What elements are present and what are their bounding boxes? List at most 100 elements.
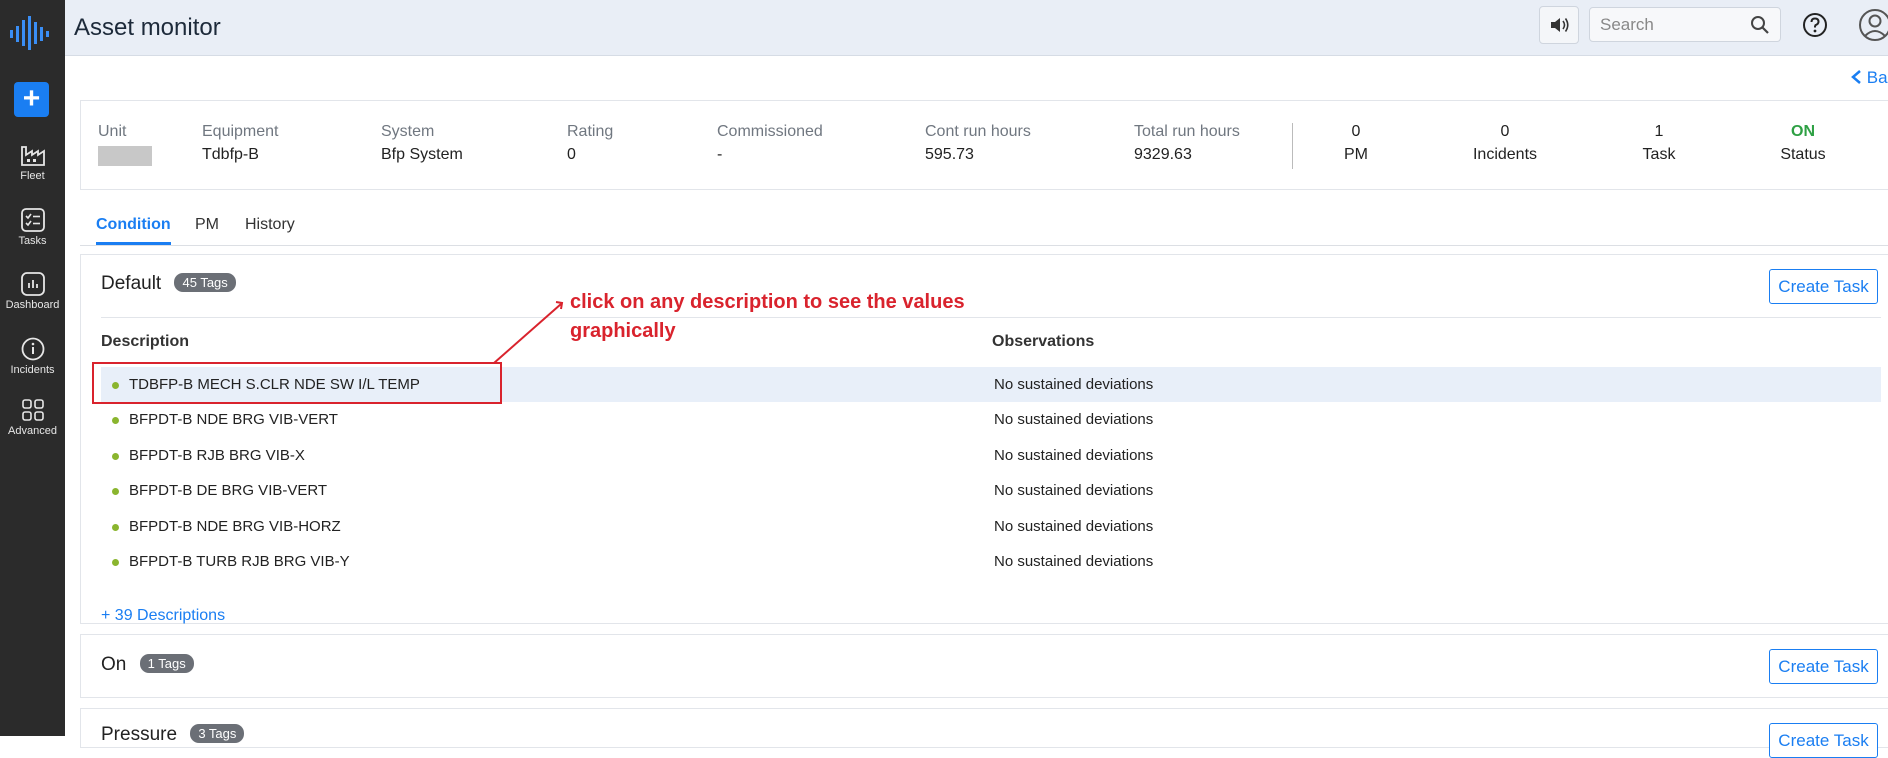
logo-icon — [10, 16, 49, 50]
col-observations: Observations — [992, 333, 1095, 350]
more-options-icon[interactable]: ⋮ — [1882, 208, 1888, 234]
row-description[interactable]: BFPDT-B NDE BRG VIB-HORZ — [129, 518, 341, 535]
equipment-value: Tdbfp-B — [202, 146, 259, 163]
page-title: Asset monitor — [74, 14, 221, 41]
annotation-text: click on any description to see the valu… — [570, 291, 965, 342]
sidebar-item-label: Tasks — [18, 235, 47, 247]
table-row[interactable]: BFPDT-B NDE BRG VIB-VERT No sustained de… — [101, 402, 1881, 437]
search-input[interactable] — [1590, 8, 1740, 41]
search-box[interactable] — [1589, 7, 1781, 42]
sidebar-item-tasks[interactable]: Tasks — [0, 208, 65, 247]
dashboard-icon — [20, 272, 45, 296]
row-observation: No sustained deviations — [994, 518, 1154, 535]
grid-icon — [21, 399, 44, 421]
speaker-button[interactable] — [1539, 6, 1579, 44]
status-dot — [112, 488, 119, 495]
sidebar-item-label: Fleet — [20, 170, 45, 182]
row-description[interactable]: BFPDT-B NDE BRG VIB-VERT — [129, 411, 338, 428]
search-icon[interactable] — [1750, 15, 1770, 35]
create-task-button[interactable]: Create Task — [1769, 723, 1878, 758]
top-bar: Asset monitor — [65, 0, 1888, 56]
system-label: System — [381, 123, 435, 140]
more-descriptions-link[interactable]: + 39 Descriptions — [101, 607, 225, 625]
add-button[interactable]: + — [14, 82, 49, 117]
incidents-count: 0 — [1500, 123, 1510, 140]
summary-unit: Unit — [98, 123, 152, 166]
create-task-button[interactable]: Create Task — [1769, 269, 1878, 304]
status-dot — [112, 524, 119, 531]
tab-history[interactable]: History — [245, 216, 295, 242]
row-observation: No sustained deviations — [994, 482, 1154, 499]
factory-icon — [20, 146, 45, 166]
status-label: Status — [1780, 146, 1826, 163]
table-row[interactable]: BFPDT-B DE BRG VIB-VERT No sustained dev… — [101, 473, 1881, 508]
equipment-label: Equipment — [202, 123, 279, 140]
back-label: Bac — [1866, 68, 1888, 87]
commissioned-value: - — [717, 146, 723, 163]
row-description[interactable]: BFPDT-B RJB BRG VIB-X — [129, 447, 305, 464]
summary-divider — [1292, 123, 1293, 169]
rating-label: Rating — [567, 123, 614, 140]
unit-value-placeholder — [98, 146, 152, 166]
help-icon[interactable] — [1802, 12, 1828, 38]
row-description[interactable]: BFPDT-B TURB RJB BRG VIB-Y — [129, 553, 350, 570]
tab-bar: Condition PM History — [80, 210, 1888, 246]
status-dot — [112, 453, 119, 460]
summary-commissioned: Commissioned - — [717, 123, 823, 164]
row-description[interactable]: BFPDT-B DE BRG VIB-VERT — [129, 482, 327, 499]
row-observation: No sustained deviations — [994, 553, 1154, 570]
cont-run-hours-label: Cont run hours — [925, 123, 1031, 140]
sidebar-item-dashboard[interactable]: Dashboard — [0, 272, 65, 311]
sidebar-item-label: Dashboard — [5, 299, 60, 311]
task-label: Task — [1642, 146, 1676, 163]
create-task-button[interactable]: Create Task — [1769, 649, 1878, 684]
table-row[interactable]: BFPDT-B TURB RJB BRG VIB-Y No sustained … — [101, 544, 1881, 579]
chevron-left-icon — [1851, 70, 1861, 84]
incidents-label: Incidents — [1472, 146, 1538, 163]
avatar[interactable] — [1858, 8, 1888, 42]
panel-on-title: On 1 Tags — [101, 654, 194, 676]
sidebar-item-label: Incidents — [10, 364, 55, 376]
annotation-highlight-box — [92, 362, 502, 404]
table-divider — [101, 317, 1881, 318]
total-run-hours-value: 9329.63 — [1134, 146, 1192, 163]
cont-run-hours-value: 595.73 — [925, 146, 974, 163]
row-observation: No sustained deviations — [994, 411, 1154, 428]
stat-status: ON Status — [1753, 123, 1853, 164]
commissioned-label: Commissioned — [717, 123, 823, 140]
tag-count-badge: 1 Tags — [139, 654, 194, 673]
tab-condition[interactable]: Condition — [96, 216, 171, 245]
sidebar-item-advanced[interactable]: Advanced — [0, 398, 65, 437]
panel-default-title: Default 45 Tags — [101, 273, 236, 295]
info-icon — [21, 337, 44, 361]
pm-count: 0 — [1351, 123, 1361, 140]
panel-default-name: Default — [101, 273, 162, 294]
asset-summary: Unit Equipment Tdbfp-B System Bfp System… — [80, 100, 1888, 190]
task-count: 1 — [1654, 123, 1664, 140]
sidebar-item-label: Advanced — [8, 425, 57, 437]
table-row[interactable]: BFPDT-B RJB BRG VIB-X No sustained devia… — [101, 438, 1881, 473]
panel-on-name: On — [101, 654, 127, 675]
row-observation: No sustained deviations — [994, 376, 1154, 393]
system-value: Bfp System — [381, 146, 463, 163]
tab-pm[interactable]: PM — [195, 216, 219, 242]
sidebar-item-incidents[interactable]: Incidents — [0, 337, 65, 376]
tag-count-badge: 45 Tags — [174, 273, 236, 292]
row-observation: No sustained deviations — [994, 447, 1154, 464]
stat-incidents[interactable]: 0 Incidents — [1455, 123, 1555, 164]
back-link[interactable]: Bac — [1850, 68, 1888, 88]
summary-equipment: Equipment Tdbfp-B — [202, 123, 279, 164]
tasks-icon — [20, 208, 45, 232]
summary-cont-run-hours: Cont run hours 595.73 — [925, 123, 1031, 164]
sidebar-item-fleet[interactable]: Fleet — [0, 143, 65, 182]
summary-rating: Rating 0 — [567, 123, 613, 164]
stat-task[interactable]: 1 Task — [1609, 123, 1709, 164]
total-run-hours-label: Total run hours — [1134, 123, 1240, 140]
stat-pm[interactable]: 0 PM — [1306, 123, 1406, 164]
table-row[interactable]: BFPDT-B NDE BRG VIB-HORZ No sustained de… — [101, 509, 1881, 544]
panel-pressure: Pressure 3 Tags Create Task — [80, 708, 1888, 758]
status-dot — [112, 559, 119, 566]
status-badge: ON — [1791, 123, 1815, 140]
sidebar: + Fleet Tasks Dashboard Incidents Advanc… — [0, 0, 65, 736]
panel-on: On 1 Tags Create Task — [80, 634, 1888, 698]
